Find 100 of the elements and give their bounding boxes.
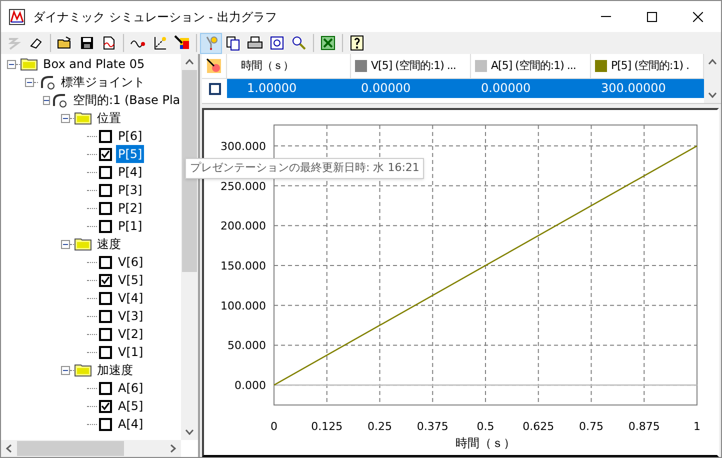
checkbox[interactable] [99, 274, 112, 286]
collapse-icon[interactable] [43, 96, 50, 104]
scroll-left-icon[interactable] [6, 444, 12, 453]
tree-item[interactable]: P[2] [116, 199, 144, 217]
check-icon [101, 402, 110, 410]
collapse-icon[interactable] [61, 114, 70, 122]
tree-item[interactable]: A[4] [116, 415, 146, 433]
table-cell-text: 1.00000 [246, 80, 298, 97]
tree-item[interactable]: A[5] [116, 397, 146, 415]
x-tick-label: 1 [694, 420, 700, 433]
checkbox[interactable] [99, 328, 112, 340]
table-row[interactable]: 1.00000 0.00000 0.00000 300.00000 [227, 79, 704, 98]
scroll-up-icon[interactable] [185, 59, 194, 65]
check-icon [101, 276, 110, 284]
y-tick-label: 150.000 [220, 260, 266, 272]
tree-item[interactable]: P[5] [116, 145, 144, 163]
y-tick-label: 50.000 [228, 339, 266, 352]
lightning-icon [6, 35, 22, 51]
maximize-icon [647, 12, 657, 22]
x-tick-label: 0.875 [628, 420, 660, 433]
column-label: P[5] (空間的:1) . [611, 58, 689, 74]
tree-item[interactable]: V[4] [116, 289, 146, 307]
checkbox[interactable] [208, 82, 220, 94]
tree-item[interactable]: V[3] [116, 307, 146, 325]
collapse-icon[interactable] [7, 60, 16, 68]
tree-item[interactable]: P[1] [116, 217, 144, 235]
page-wave-icon [101, 35, 117, 51]
color-map-icon [174, 35, 190, 51]
checkbox[interactable] [99, 184, 112, 196]
checkbox[interactable] [99, 130, 112, 142]
tree-item[interactable]: 位置 [95, 109, 123, 127]
checkbox[interactable] [99, 202, 112, 214]
tree-item[interactable]: V[1] [116, 343, 146, 361]
checkbox[interactable] [99, 256, 112, 268]
scrollbar-thumb[interactable] [17, 441, 124, 456]
horizontal-scrollbar[interactable] [1, 440, 181, 457]
axis-star-icon [152, 35, 168, 51]
collapse-icon[interactable] [61, 366, 70, 374]
tree-item[interactable]: 速度 [95, 235, 123, 253]
x-tick-label: 0.375 [416, 420, 448, 433]
joint-icon [38, 74, 56, 90]
tree-item[interactable]: P[6] [116, 127, 144, 145]
folder-icon [20, 57, 38, 71]
checkbox[interactable] [99, 346, 112, 358]
column-label: A[5] (空間的:1) ... [491, 58, 576, 74]
scroll-up-icon[interactable] [708, 59, 717, 65]
checkbox[interactable] [99, 148, 112, 160]
table-cell-text: 0.00000 [360, 80, 412, 97]
tree-item[interactable]: 空間的:1 (Base Pla [71, 91, 181, 109]
checkbox[interactable] [99, 166, 112, 178]
tree-item[interactable]: V[6] [116, 253, 146, 271]
copy-icon [225, 35, 241, 51]
checkbox[interactable] [99, 382, 112, 394]
tree-item[interactable]: V[2] [116, 325, 146, 343]
app-icon [9, 8, 25, 24]
window-title: ダイナミック シミュレーション - 出力グラフ [33, 8, 277, 26]
checkbox[interactable] [99, 292, 112, 304]
folder-icon [74, 363, 92, 377]
tree-item[interactable]: P[4] [116, 163, 144, 181]
checkbox[interactable] [99, 220, 112, 232]
save-icon [79, 35, 95, 51]
y-tick-label: 250.000 [220, 180, 266, 193]
tree-item[interactable]: V[5] [116, 271, 146, 289]
joint-icon [50, 92, 68, 108]
color-map-icon [206, 58, 222, 74]
check-icon [101, 150, 110, 158]
scroll-right-icon[interactable] [170, 444, 176, 453]
y-tick-label: 300.000 [220, 140, 266, 153]
tooltip: プレゼンテーションの最終更新日時: 水 16:21 [185, 158, 424, 178]
column-header[interactable]: 時間（ｓ） [227, 54, 351, 78]
x-tick-label: 0.25 [368, 420, 392, 433]
folder-icon [74, 111, 92, 125]
collapse-icon[interactable] [25, 78, 34, 86]
tree-item[interactable]: A[6] [116, 379, 146, 397]
scroll-down-icon[interactable] [185, 429, 194, 435]
table-cell-text: 0.00000 [480, 80, 532, 97]
y-tick-label: 0.000 [234, 379, 266, 392]
checkbox[interactable] [99, 400, 112, 412]
x-tick-label: 0.625 [522, 420, 554, 433]
help-icon [349, 35, 365, 51]
x-tick-label: 0.5 [476, 420, 494, 433]
print-icon [247, 35, 263, 51]
close-icon [693, 12, 703, 22]
tree-item[interactable]: 標準ジョイント [59, 73, 147, 91]
open-folder-icon [57, 35, 73, 51]
minimize-icon [601, 16, 611, 17]
scroll-down-icon[interactable] [708, 92, 717, 98]
checkbox[interactable] [99, 310, 112, 322]
tree-item[interactable]: 加速度 [95, 361, 135, 379]
folder-icon [74, 237, 92, 251]
checkbox[interactable] [99, 418, 112, 430]
y-tick-label: 200.000 [220, 220, 266, 233]
tree-item[interactable]: P[3] [116, 181, 144, 199]
fit-view-icon [269, 35, 285, 51]
x-tick-label: 0.75 [579, 420, 604, 433]
vertical-scrollbar[interactable] [704, 54, 721, 103]
y-tick-label: 100.000 [220, 299, 266, 312]
spreadsheet-icon [320, 35, 336, 51]
collapse-icon[interactable] [61, 240, 70, 248]
tree-item[interactable]: Box and Plate 05 [41, 55, 147, 73]
